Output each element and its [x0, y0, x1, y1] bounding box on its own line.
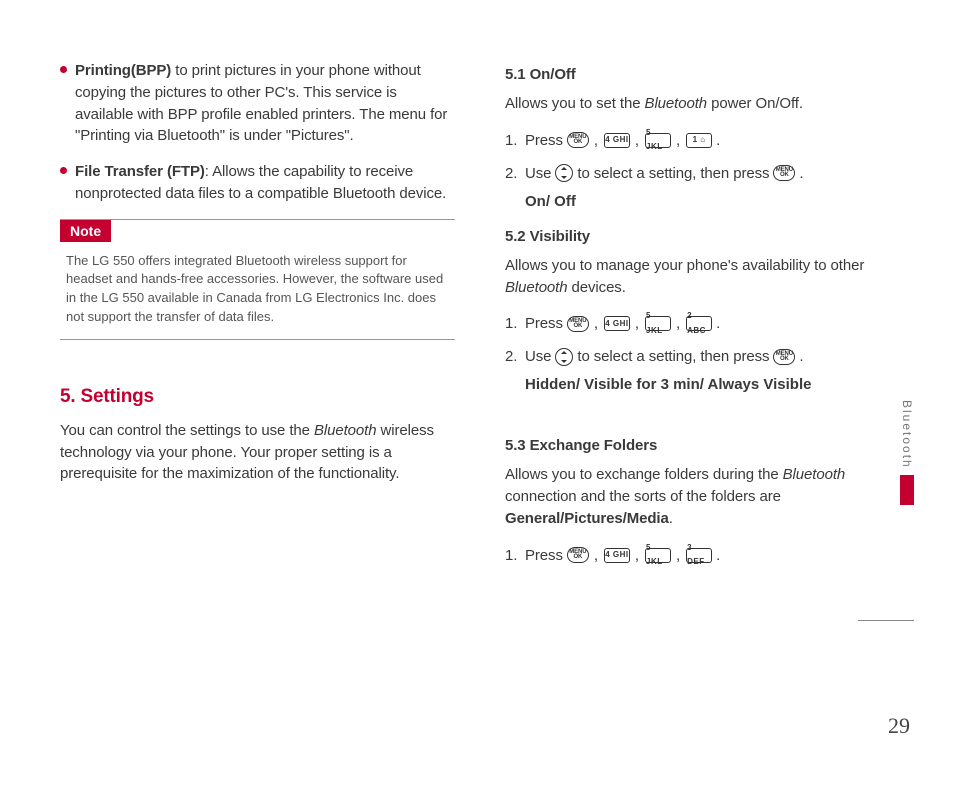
- subtitle-5-2: 5.2 Visibility: [505, 228, 900, 245]
- nav-key-icon: [555, 348, 573, 366]
- step-5-3-1: 1. Press MENUOK, 4 GHI, 5 JKL, 3 DEF.: [505, 542, 900, 569]
- text: Press: [525, 310, 563, 337]
- step-number: 1.: [505, 310, 525, 337]
- desc-5-1: Allows you to set the Bluetooth power On…: [505, 93, 900, 115]
- step-number: 1.: [505, 542, 525, 569]
- comma: ,: [594, 542, 598, 569]
- subtitle-5-1: 5.1 On/Off: [505, 66, 900, 83]
- text-italic: Bluetooth: [783, 466, 845, 483]
- options-5-2: Hidden/ Visible for 3 min/ Always Visibl…: [525, 376, 900, 393]
- subtitle-5-3: 5.3 Exchange Folders: [505, 437, 900, 454]
- side-tab: Bluetooth: [900, 400, 914, 505]
- period: .: [716, 542, 720, 569]
- text: Press: [525, 542, 563, 569]
- text-bold: General/Pictures/Media: [505, 510, 669, 527]
- menu-ok-key-icon: MENUOK: [773, 349, 795, 365]
- step-number: 2.: [505, 160, 525, 187]
- key-4-icon: 4 GHI: [604, 548, 630, 563]
- comma: ,: [594, 310, 598, 337]
- text: Use: [525, 160, 551, 187]
- text: power On/Off.: [707, 95, 803, 112]
- nav-key-icon: [555, 164, 573, 182]
- bullet-text: Printing(BPP) to print pictures in your …: [75, 60, 455, 147]
- bullet-text: File Transfer (FTP): Allows the capabili…: [75, 161, 455, 205]
- key-4-icon: 4 GHI: [604, 133, 630, 148]
- section-title-settings: 5. Settings: [60, 386, 455, 408]
- period: .: [716, 127, 720, 154]
- key-4-icon: 4 GHI: [604, 316, 630, 331]
- comma: ,: [676, 542, 680, 569]
- step-5-2-2: 2. Use to select a setting, then press M…: [505, 343, 900, 370]
- left-column: Printing(BPP) to print pictures in your …: [60, 60, 455, 575]
- bullet-ftp: File Transfer (FTP): Allows the capabili…: [60, 161, 455, 205]
- text: Allows you to exchange folders during th…: [505, 466, 783, 483]
- bullet-bold: Printing(BPP): [75, 62, 171, 79]
- key-5-icon: 5 JKL: [645, 316, 671, 331]
- note-header: Note: [60, 220, 111, 242]
- period: .: [799, 160, 803, 187]
- side-tab-bar-icon: [900, 475, 914, 505]
- step-5-1-1: 1. Press MENUOK, 4 GHI, 5 JKL, 1 ⌂.: [505, 127, 900, 154]
- step-body: Press MENUOK, 4 GHI, 5 JKL, 3 DEF.: [525, 542, 900, 569]
- side-rule: [858, 620, 914, 621]
- menu-ok-key-icon: MENUOK: [567, 132, 589, 148]
- text: devices.: [567, 279, 625, 296]
- key-1-icon: 1 ⌂: [686, 133, 712, 148]
- comma: ,: [635, 310, 639, 337]
- right-column: 5.1 On/Off Allows you to set the Bluetoo…: [505, 60, 900, 575]
- text: connection and the sorts of the folders …: [505, 488, 781, 505]
- text-italic: Bluetooth: [314, 422, 376, 439]
- comma: ,: [676, 127, 680, 154]
- step-5-1-2: 2. Use to select a setting, then press M…: [505, 160, 900, 187]
- text: Allows you to set the: [505, 95, 645, 112]
- settings-paragraph: You can control the settings to use the …: [60, 420, 455, 485]
- key-5-icon: 5 JKL: [645, 133, 671, 148]
- bullet-dot-icon: [60, 66, 67, 73]
- text: Allows you to manage your phone's availa…: [505, 257, 864, 274]
- step-5-2-1: 1. Press MENUOK, 4 GHI, 5 JKL, 2 ABC.: [505, 310, 900, 337]
- key-3-icon: 3 DEF: [686, 548, 712, 563]
- manual-page: Printing(BPP) to print pictures in your …: [0, 0, 954, 793]
- comma: ,: [635, 127, 639, 154]
- key-5-icon: 5 JKL: [645, 548, 671, 563]
- page-number: 29: [888, 713, 910, 739]
- two-column-layout: Printing(BPP) to print pictures in your …: [60, 60, 914, 575]
- note-box: Note The LG 550 offers integrated Blueto…: [60, 219, 455, 340]
- menu-ok-key-icon: MENUOK: [567, 316, 589, 332]
- text: to select a setting, then press: [577, 160, 769, 187]
- bullet-bold: File Transfer (FTP): [75, 163, 205, 180]
- text: You can control the settings to use the: [60, 422, 314, 439]
- period: .: [716, 310, 720, 337]
- period: .: [669, 510, 673, 527]
- key-2-icon: 2 ABC: [686, 316, 712, 331]
- side-tab-label: Bluetooth: [900, 400, 914, 469]
- text: to select a setting, then press: [577, 343, 769, 370]
- step-body: Press MENUOK, 4 GHI, 5 JKL, 2 ABC.: [525, 310, 900, 337]
- step-number: 2.: [505, 343, 525, 370]
- step-body: Use to select a setting, then press MENU…: [525, 343, 900, 370]
- comma: ,: [594, 127, 598, 154]
- period: .: [799, 343, 803, 370]
- menu-ok-key-icon: MENUOK: [567, 547, 589, 563]
- step-body: Press MENUOK, 4 GHI, 5 JKL, 1 ⌂.: [525, 127, 900, 154]
- menu-ok-key-icon: MENUOK: [773, 165, 795, 181]
- text-italic: Bluetooth: [645, 95, 707, 112]
- step-body: Use to select a setting, then press MENU…: [525, 160, 900, 187]
- options-5-1: On/ Off: [525, 193, 900, 210]
- comma: ,: [635, 542, 639, 569]
- text-italic: Bluetooth: [505, 279, 567, 296]
- step-number: 1.: [505, 127, 525, 154]
- text: Use: [525, 343, 551, 370]
- desc-5-3: Allows you to exchange folders during th…: [505, 464, 900, 529]
- bullet-printing: Printing(BPP) to print pictures in your …: [60, 60, 455, 147]
- text: Press: [525, 127, 563, 154]
- comma: ,: [676, 310, 680, 337]
- note-body: The LG 550 offers integrated Bluetooth w…: [60, 242, 455, 339]
- bullet-dot-icon: [60, 167, 67, 174]
- desc-5-2: Allows you to manage your phone's availa…: [505, 255, 900, 299]
